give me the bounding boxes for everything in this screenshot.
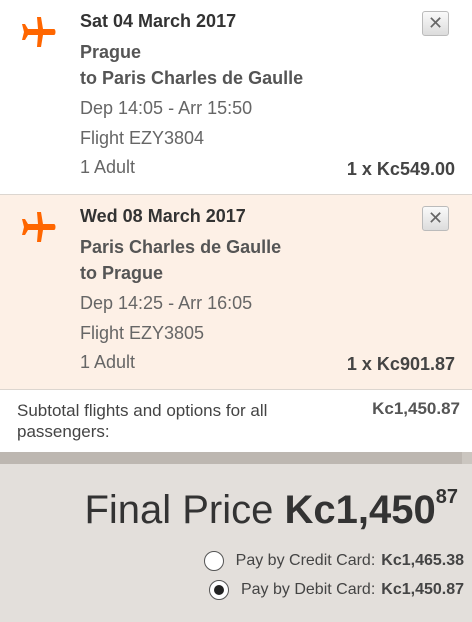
subtotal-row: Subtotal flights and options for all pas… xyxy=(0,391,472,452)
debit-card-amount: Kc1,450.87 xyxy=(381,581,464,598)
debit-card-label: Pay by Debit Card: xyxy=(240,581,376,598)
flight-origin: Prague xyxy=(80,42,142,62)
final-price-label: Final Price xyxy=(84,488,274,532)
flight-times: Dep 14:25 - Arr 16:05 xyxy=(80,293,253,313)
flight-origin: Paris Charles de Gaulle xyxy=(80,237,282,257)
subtotal-label: Subtotal flights and options for all pas… xyxy=(17,401,268,441)
debit-card-radio[interactable] xyxy=(208,580,229,600)
subtotal-value: Kc1,450.87 xyxy=(372,399,460,418)
flight-item-return: Wed 08 March 2017 Paris Charles de Gaull… xyxy=(0,195,472,390)
remove-flight-button[interactable]: ✕ xyxy=(422,11,449,36)
credit-card-radio[interactable] xyxy=(203,551,224,571)
final-price-cents: 87 xyxy=(435,485,458,508)
flight-date: Sat 04 March 2017 xyxy=(80,11,237,31)
flight-times: Dep 14:05 - Arr 15:50 xyxy=(80,98,253,118)
remove-flight-button[interactable]: ✕ xyxy=(422,206,449,231)
flight-passengers: 1 Adult xyxy=(80,352,136,372)
credit-card-label: Pay by Credit Card: xyxy=(235,552,376,569)
plane-icon xyxy=(20,14,56,50)
pay-debit-option[interactable]: Pay by Debit Card: Kc1,450.87 xyxy=(208,580,464,600)
flight-price: 1 x Kc549.00 xyxy=(346,159,455,179)
plane-icon xyxy=(20,209,56,245)
divider-shadow xyxy=(0,452,462,464)
final-price-amount: Kc1,450 xyxy=(284,488,436,532)
flight-destination: to Prague xyxy=(80,263,164,283)
flight-date: Wed 08 March 2017 xyxy=(80,206,246,226)
final-price: Final Price Kc1,45087 xyxy=(84,485,458,533)
flight-passengers: 1 Adult xyxy=(80,157,136,177)
flight-number: Flight EZY3805 xyxy=(80,323,205,343)
flight-item-outbound: Sat 04 March 2017 Prague to Paris Charle… xyxy=(0,0,472,195)
flight-destination: to Paris Charles de Gaulle xyxy=(80,68,304,88)
flight-number: Flight EZY3804 xyxy=(80,128,205,148)
flight-price: 1 x Kc901.87 xyxy=(346,354,455,374)
credit-card-amount: Kc1,465.38 xyxy=(381,552,464,569)
pay-credit-option[interactable]: Pay by Credit Card: Kc1,465.38 xyxy=(203,551,464,571)
